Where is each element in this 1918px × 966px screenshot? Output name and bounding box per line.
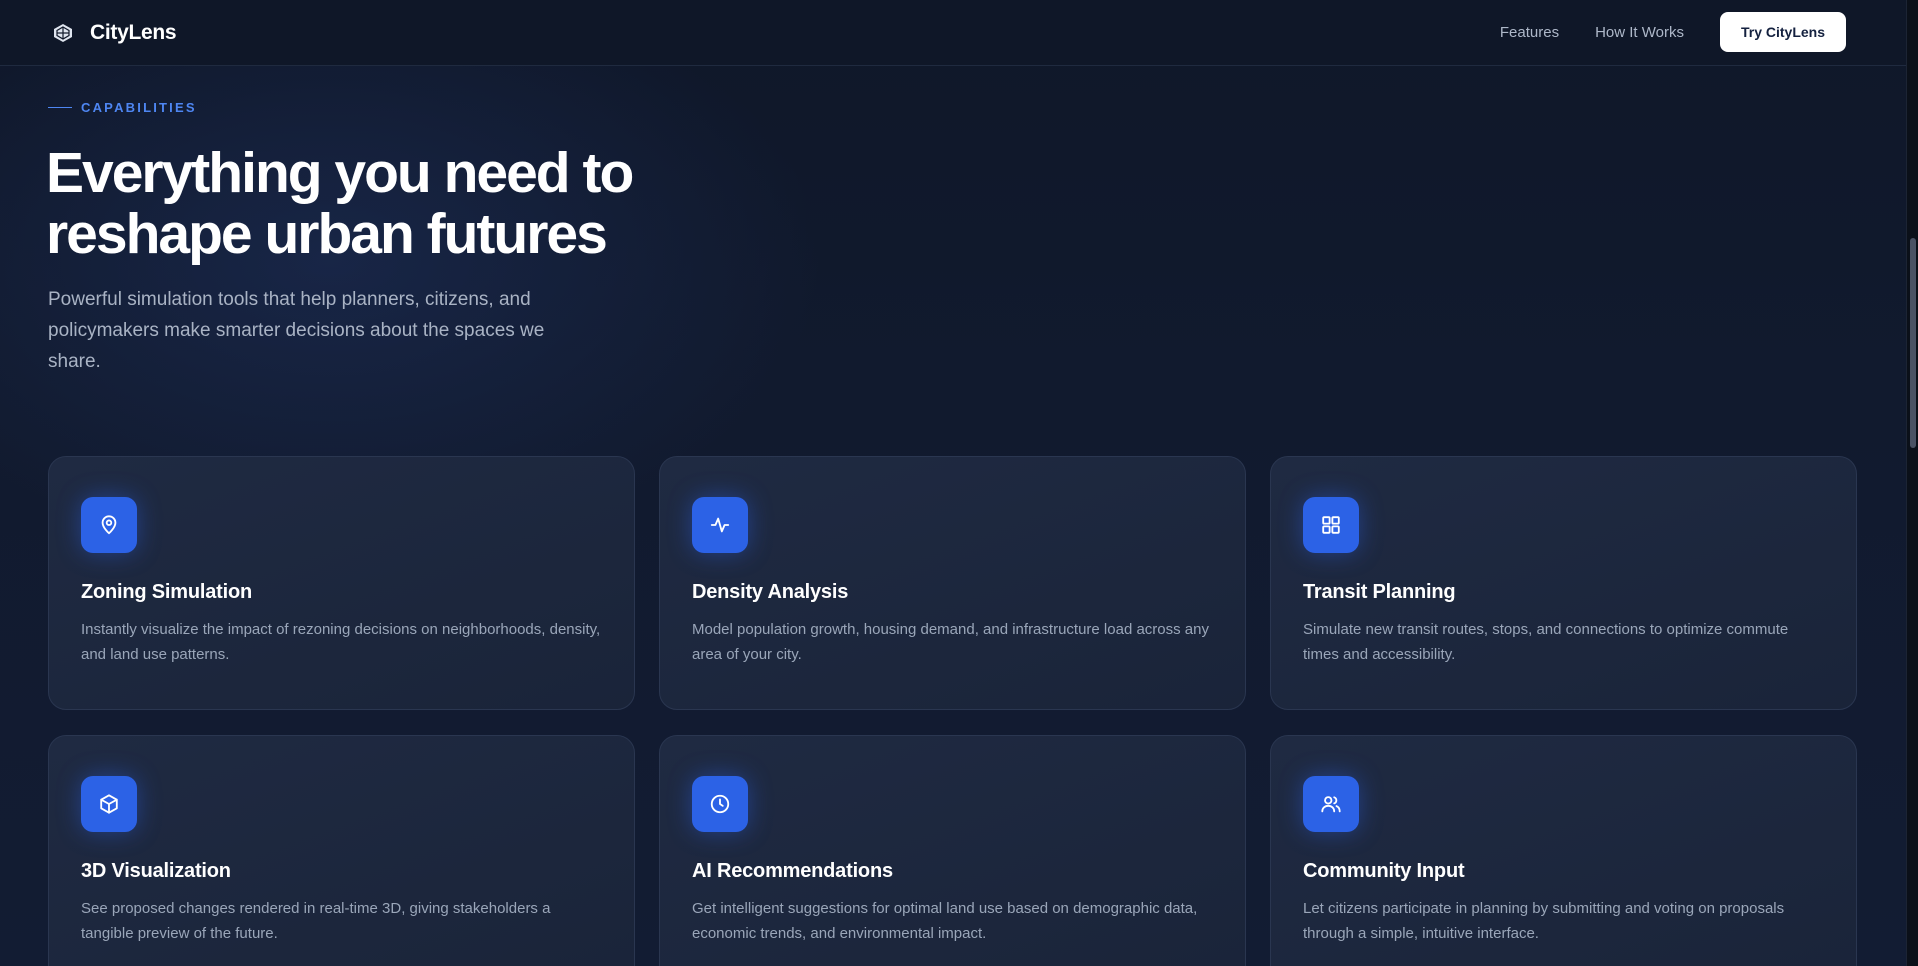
- brand[interactable]: CityLens: [48, 18, 177, 48]
- feature-description: See proposed changes rendered in real-ti…: [81, 900, 551, 942]
- feature-card-transit-planning[interactable]: Transit Planning Simulate new transit ro…: [1270, 456, 1857, 710]
- feature-title: Transit Planning: [1303, 581, 1456, 603]
- feature-card-ai-recommendations[interactable]: AI Recommendations Get intelligent sugge…: [659, 735, 1246, 966]
- feature-description: Model population growth, housing demand,…: [692, 621, 1209, 663]
- top-navbar: CityLens Features How It Works Try CityL…: [0, 0, 1906, 66]
- feature-title: Density Analysis: [692, 581, 849, 603]
- feature-description: Get intelligent suggestions for optimal …: [692, 900, 1198, 942]
- title-line-1: Everything you need to: [46, 141, 634, 205]
- feature-card-community-input[interactable]: Community Input Let citizens participate…: [1270, 735, 1857, 966]
- feature-title: 3D Visualization: [81, 860, 231, 882]
- scrollbar-thumb[interactable]: [1910, 238, 1916, 448]
- citylens-logo-icon: [48, 18, 78, 48]
- activity-icon: [692, 497, 748, 553]
- grid-icon: [1303, 497, 1359, 553]
- users-icon: [1303, 776, 1359, 832]
- feature-description: Simulate new transit routes, stops, and …: [1303, 621, 1789, 663]
- brand-name: CityLens: [90, 21, 177, 44]
- feature-card-zoning-simulation[interactable]: Zoning Simulation Instantly visualize th…: [48, 456, 635, 710]
- feature-description: Let citizens participate in planning by …: [1303, 900, 1785, 942]
- feature-title: Zoning Simulation: [81, 581, 253, 603]
- section-eyebrow: CAPABILITIES: [48, 100, 197, 115]
- vertical-scrollbar[interactable]: [1906, 0, 1918, 966]
- feature-card-density-analysis[interactable]: Density Analysis Model population growth…: [659, 456, 1246, 710]
- eyebrow-line: [48, 107, 72, 108]
- eyebrow-label: CAPABILITIES: [81, 100, 197, 115]
- nav-link-features[interactable]: Features: [1500, 24, 1559, 41]
- feature-title: Community Input: [1303, 860, 1465, 882]
- clock-icon: [692, 776, 748, 832]
- page-subtitle: Powerful simulation tools that help plan…: [48, 289, 545, 372]
- title-line-2: reshape urban futures: [46, 202, 608, 266]
- feature-title: AI Recommendations: [692, 860, 893, 882]
- page: CityLens Features How It Works Try CityL…: [0, 0, 1906, 966]
- nav-links: Features How It Works Try CityLens: [1500, 12, 1846, 52]
- nav-link-how-it-works[interactable]: How It Works: [1595, 24, 1684, 41]
- feature-card-3d-visualization[interactable]: 3D Visualization See proposed changes re…: [48, 735, 635, 966]
- feature-description: Instantly visualize the impact of rezoni…: [81, 621, 601, 663]
- try-citylens-button[interactable]: Try CityLens: [1720, 12, 1846, 52]
- cube-icon: [81, 776, 137, 832]
- map-pin-icon: [81, 497, 137, 553]
- page-title: Everything you need to reshape urban fut…: [46, 143, 766, 265]
